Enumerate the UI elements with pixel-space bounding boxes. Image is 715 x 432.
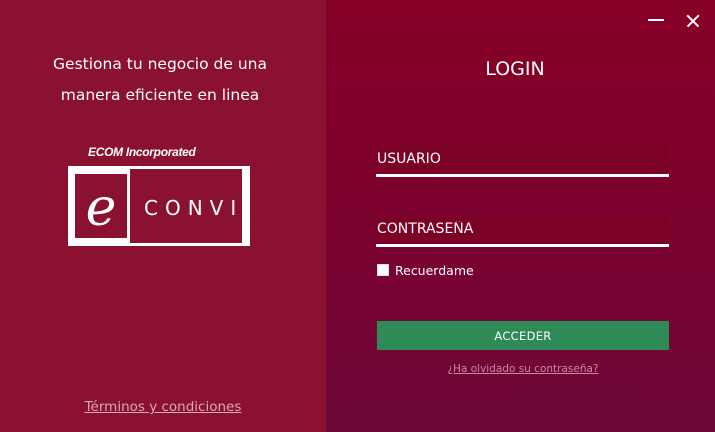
close-button[interactable] bbox=[682, 10, 704, 32]
username-field[interactable] bbox=[376, 144, 669, 174]
company-label: ECOM Incorporated bbox=[88, 145, 196, 159]
minimize-icon bbox=[648, 19, 664, 21]
password-field[interactable] bbox=[376, 214, 669, 244]
logo-edge bbox=[244, 166, 250, 246]
logo-e-mark: e bbox=[71, 169, 131, 243]
remember-me-label: Recuerdame bbox=[395, 262, 474, 278]
tagline-line-2: manera eficiente en linea bbox=[60, 86, 260, 104]
password-underline bbox=[376, 244, 669, 247]
company-logo: e CONVI bbox=[68, 166, 250, 246]
branding-panel: Gestiona tu negocio de una manera eficie… bbox=[0, 0, 326, 432]
terms-and-conditions-link[interactable]: Términos y condiciones bbox=[0, 399, 326, 415]
checkbox-box[interactable] bbox=[377, 264, 389, 276]
logo-band: CONVI bbox=[130, 169, 242, 243]
logo-letter: e bbox=[86, 178, 117, 238]
login-button[interactable]: ACCEDER bbox=[377, 321, 669, 350]
login-window: Gestiona tu negocio de una manera eficie… bbox=[0, 0, 715, 432]
minimize-button[interactable] bbox=[643, 10, 669, 32]
logo-text: CONVI bbox=[144, 196, 244, 220]
tagline: Gestiona tu negocio de una manera eficie… bbox=[30, 49, 290, 111]
username-input[interactable] bbox=[376, 144, 669, 174]
remember-me-checkbox[interactable]: Recuerdame bbox=[377, 262, 474, 278]
tagline-line-1: Gestiona tu negocio de una bbox=[53, 55, 267, 73]
username-underline bbox=[376, 174, 669, 177]
login-title: LOGIN bbox=[485, 58, 545, 80]
forgot-password-link[interactable]: ¿Ha olvidado su contraseña? bbox=[377, 363, 669, 375]
password-input[interactable] bbox=[376, 214, 669, 244]
